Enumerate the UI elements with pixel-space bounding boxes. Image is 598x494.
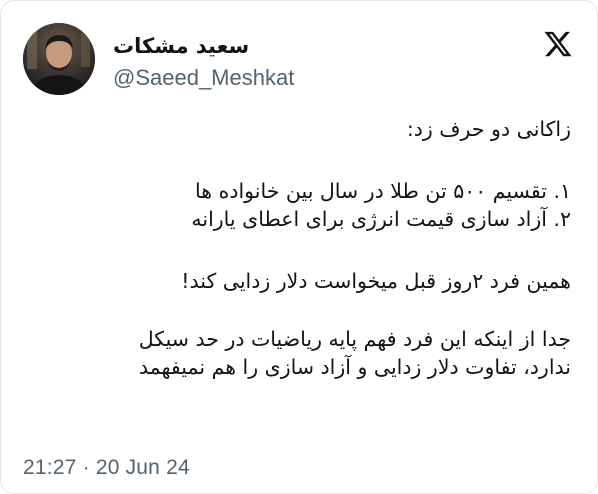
tweet-body: زاکانی دو حرف زد: ۱. تقسیم ۵۰۰ تن طلا در… (21, 115, 571, 381)
tweet-line: زاکانی دو حرف زد: (406, 117, 571, 141)
tweet-card: سعید مشکات @Saeed_Meshkat زاکانی دو حرف … (0, 0, 598, 494)
profile-photo-icon (23, 23, 95, 95)
tweet-line: همین فرد ۲روز قبل میخواست دلار زدایی کند… (181, 269, 571, 293)
user-handle[interactable]: @Saeed_Meshkat (113, 65, 333, 91)
tweet-timestamp[interactable]: 21:27 · 20 Jun 24 (23, 455, 190, 481)
user-info: سعید مشکات @Saeed_Meshkat (113, 33, 333, 91)
display-name[interactable]: سعید مشکات (113, 33, 333, 59)
tweet-line: ندارد، تفاوت دلار زدایی و آزاد سازی را ه… (138, 355, 571, 379)
tweet-line: ۱. تقسیم ۵۰۰ تن طلا در سال بین خانواده ه… (195, 179, 571, 203)
tweet-line: ۲. آزاد سازی قیمت انرژی برای اعطای یاران… (191, 207, 571, 231)
tweet-header: سعید مشکات @Saeed_Meshkat (23, 23, 577, 99)
avatar[interactable] (23, 23, 95, 95)
x-logo-icon[interactable] (543, 29, 573, 59)
tweet-line: جدا از اینکه این فرد فهم پایه ریاضیات در… (138, 327, 571, 351)
